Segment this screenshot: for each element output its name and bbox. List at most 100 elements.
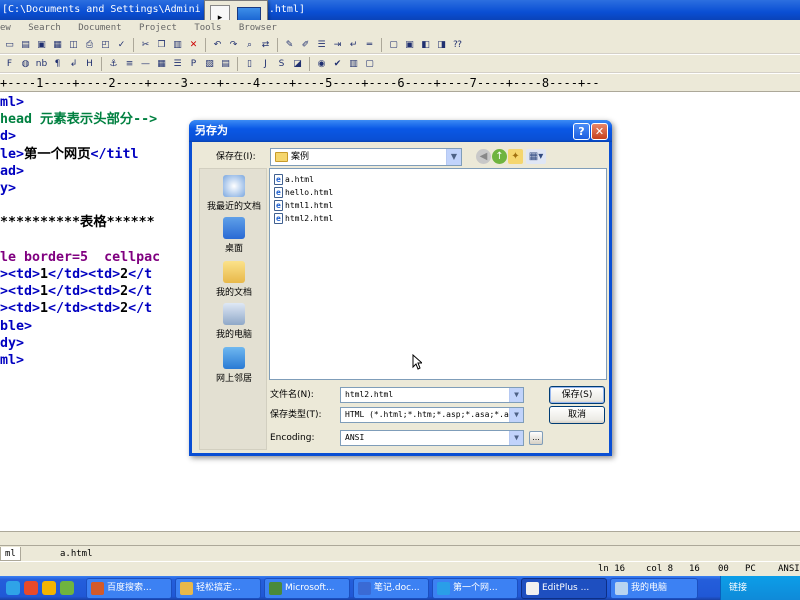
- open-icon[interactable]: ▤: [18, 37, 33, 52]
- help-button[interactable]: ?: [573, 123, 590, 140]
- brush-icon[interactable]: ✐: [298, 37, 313, 52]
- menu-view[interactable]: ew: [0, 23, 11, 33]
- form-icon[interactable]: ▤: [218, 56, 233, 71]
- find-icon[interactable]: ⌕: [242, 37, 257, 52]
- cut-icon[interactable]: ✂: [138, 37, 153, 52]
- spell-icon[interactable]: ✓: [114, 37, 129, 52]
- task-notes[interactable]: 笔记.doc...: [353, 578, 429, 599]
- task-baidu[interactable]: 百度搜索...: [86, 578, 172, 599]
- view-menu-icon[interactable]: ▦▾: [526, 149, 546, 164]
- close-button[interactable]: ✕: [591, 123, 608, 140]
- menu-document[interactable]: Document: [78, 23, 121, 33]
- code-line[interactable]: ml>: [0, 352, 24, 369]
- save-icon[interactable]: ▣: [34, 37, 49, 52]
- copy-icon[interactable]: ❐: [154, 37, 169, 52]
- chevron-down-icon[interactable]: ▼: [509, 388, 523, 402]
- media-icon[interactable]: [24, 581, 38, 595]
- task-editplus[interactable]: EditPlus ...: [521, 578, 607, 599]
- code-line[interactable]: dy>: [0, 335, 24, 352]
- pre-icon[interactable]: P: [186, 56, 201, 71]
- print-icon[interactable]: ⎙: [82, 37, 97, 52]
- code-line[interactable]: ><td>1</td><td>2</t: [0, 283, 152, 300]
- table-icon[interactable]: ▦: [154, 56, 169, 71]
- menu-project[interactable]: Project: [139, 23, 177, 33]
- code-line[interactable]: d>: [0, 128, 16, 145]
- indent-icon[interactable]: ⇥: [330, 37, 345, 52]
- paragraph-icon[interactable]: ¶: [50, 56, 65, 71]
- code-line[interactable]: head 元素表示头部分-->: [0, 111, 157, 128]
- horizontal-scrollbar[interactable]: [0, 531, 800, 545]
- new-file-icon[interactable]: ▭: [2, 37, 17, 52]
- place-network[interactable]: 网上邻居: [200, 345, 268, 389]
- file-item[interactable]: html2.html: [272, 212, 333, 225]
- cancel-button[interactable]: 取消: [549, 406, 605, 424]
- desktop-icon[interactable]: [60, 581, 74, 595]
- file-list[interactable]: a.html hello.html html1.html html2.html: [269, 168, 607, 380]
- place-desktop[interactable]: 桌面: [200, 215, 268, 259]
- wordwrap-icon[interactable]: ↵: [346, 37, 361, 52]
- cascade-icon[interactable]: ◧: [418, 37, 433, 52]
- validate-icon[interactable]: ✔: [330, 56, 345, 71]
- place-my-computer[interactable]: 我的电脑: [200, 301, 268, 345]
- fullscreen-icon[interactable]: ◨: [434, 37, 449, 52]
- break-icon[interactable]: ↲: [66, 56, 81, 71]
- pen-icon[interactable]: ✎: [282, 37, 297, 52]
- window-split-icon[interactable]: ▥: [346, 56, 361, 71]
- list-bullet-icon[interactable]: ≡: [122, 56, 137, 71]
- code-line[interactable]: y>: [0, 180, 16, 197]
- code-line[interactable]: **********表格******: [0, 214, 155, 231]
- anchor-icon[interactable]: ⚓: [106, 56, 121, 71]
- file-item[interactable]: a.html: [272, 173, 314, 186]
- chevron-down-icon[interactable]: ▼: [509, 431, 523, 445]
- hr-icon[interactable]: —: [138, 56, 153, 71]
- replace-icon[interactable]: ⇄: [258, 37, 273, 52]
- clip-icon[interactable]: ▢: [362, 56, 377, 71]
- up-folder-icon[interactable]: ↑: [492, 149, 507, 164]
- code-line[interactable]: le>第一个网页</titl: [0, 146, 139, 163]
- list-icon[interactable]: ☰: [314, 37, 329, 52]
- ftp-icon[interactable]: ◫: [66, 37, 81, 52]
- file-tab-a-html[interactable]: a.html: [56, 547, 97, 561]
- menu-browser[interactable]: Browser: [239, 23, 277, 33]
- file-item[interactable]: html1.html: [272, 199, 333, 212]
- lookin-dropdown[interactable]: 案例 ▼: [270, 148, 462, 166]
- filename-input[interactable]: html2.html ▼: [340, 387, 524, 403]
- encoding-browse-button[interactable]: ...: [529, 431, 543, 445]
- preview-icon[interactable]: ◰: [98, 37, 113, 52]
- browser-preview-icon[interactable]: ◉: [314, 56, 329, 71]
- new-folder-icon[interactable]: ✦: [508, 149, 523, 164]
- help-icon[interactable]: ⁇: [450, 37, 465, 52]
- tile-icon[interactable]: ▣: [402, 37, 417, 52]
- task-first-page[interactable]: 第一个网...: [432, 578, 518, 599]
- filetype-select[interactable]: HTML (*.html;*.htm;*.asp;*.asa;*.aspx ▼: [340, 407, 524, 423]
- script-icon[interactable]: J: [258, 56, 273, 71]
- delete-icon[interactable]: ✕: [186, 37, 201, 52]
- page-icon[interactable]: ▯: [242, 56, 257, 71]
- code-line[interactable]: ><td>1</td><td>2</t: [0, 266, 152, 283]
- code-line[interactable]: ble>: [0, 318, 32, 335]
- ie-icon[interactable]: [6, 581, 20, 595]
- redo-icon[interactable]: ↷: [226, 37, 241, 52]
- menu-tools[interactable]: Tools: [194, 23, 221, 33]
- comment-icon[interactable]: ◪: [290, 56, 305, 71]
- back-icon[interactable]: ◀: [476, 149, 491, 164]
- nbsp-icon[interactable]: nb: [34, 56, 49, 71]
- color-icon[interactable]: ◍: [18, 56, 33, 71]
- encoding-select[interactable]: ANSI ▼: [340, 430, 524, 446]
- place-my-documents[interactable]: 我的文档: [200, 259, 268, 303]
- task-my-computer[interactable]: 我的电脑: [610, 578, 698, 599]
- font-icon[interactable]: F: [2, 56, 17, 71]
- task-qingsong[interactable]: 轻松搞定...: [175, 578, 261, 599]
- save-all-icon[interactable]: ▦: [50, 37, 65, 52]
- chevron-down-icon[interactable]: ▼: [509, 408, 523, 422]
- place-recent[interactable]: 我最近的文档: [200, 173, 268, 217]
- task-microsoft[interactable]: Microsoft...: [264, 578, 350, 599]
- chevron-down-icon[interactable]: ▼: [446, 149, 461, 165]
- window-icon[interactable]: ▢: [386, 37, 401, 52]
- links-label[interactable]: 链接: [729, 583, 747, 593]
- paste-icon[interactable]: ▥: [170, 37, 185, 52]
- style-icon[interactable]: S: [274, 56, 289, 71]
- ruler-icon[interactable]: ═: [362, 37, 377, 52]
- undo-icon[interactable]: ↶: [210, 37, 225, 52]
- code-line[interactable]: ><td>1</td><td>2</t: [0, 300, 152, 317]
